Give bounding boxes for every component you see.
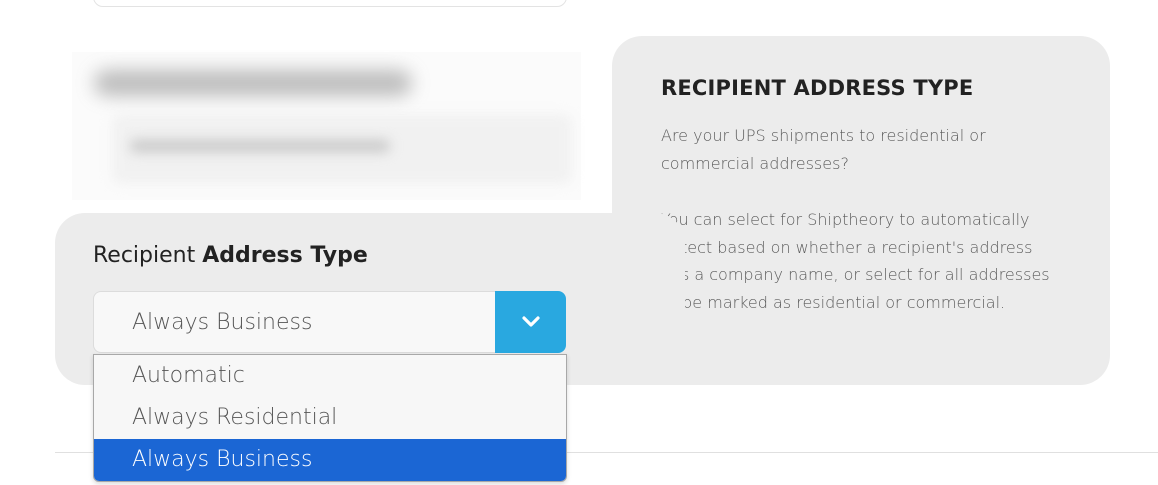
field-label-regular: Recipient bbox=[93, 243, 203, 268]
help-paragraph-2: You can select for Shiptheory to automat… bbox=[661, 210, 1050, 312]
settings-page: RECIPIENT ADDRESS TYPE Are your UPS ship… bbox=[0, 0, 1158, 485]
option-label: Always Residential bbox=[132, 405, 338, 430]
option-label: Always Business bbox=[132, 447, 313, 472]
option-always-residential[interactable]: Always Residential bbox=[94, 397, 566, 439]
chevron-down-icon bbox=[521, 316, 540, 327]
field-label: Recipient Address Type bbox=[93, 243, 368, 268]
previous-field-box bbox=[93, 0, 567, 7]
blurred-section bbox=[72, 52, 581, 200]
blurred-field-text bbox=[130, 140, 390, 152]
help-paragraph-1: Are your UPS shipments to residential or… bbox=[661, 126, 986, 173]
select-dropdown-list: Automatic Always Residential Always Busi… bbox=[93, 354, 567, 482]
select-value: Always Business bbox=[132, 310, 313, 335]
field-label-bold: Address Type bbox=[202, 243, 368, 268]
blurred-heading bbox=[94, 70, 412, 96]
option-automatic[interactable]: Automatic bbox=[94, 355, 566, 397]
select-toggle-button[interactable] bbox=[495, 291, 566, 353]
option-label: Automatic bbox=[132, 363, 245, 388]
option-always-business[interactable]: Always Business bbox=[94, 439, 566, 481]
address-type-select[interactable]: Always Business bbox=[93, 291, 566, 353]
select-display[interactable]: Always Business bbox=[93, 291, 495, 353]
help-title: RECIPIENT ADDRESS TYPE bbox=[661, 76, 974, 100]
help-card: RECIPIENT ADDRESS TYPE Are your UPS ship… bbox=[612, 36, 1110, 385]
